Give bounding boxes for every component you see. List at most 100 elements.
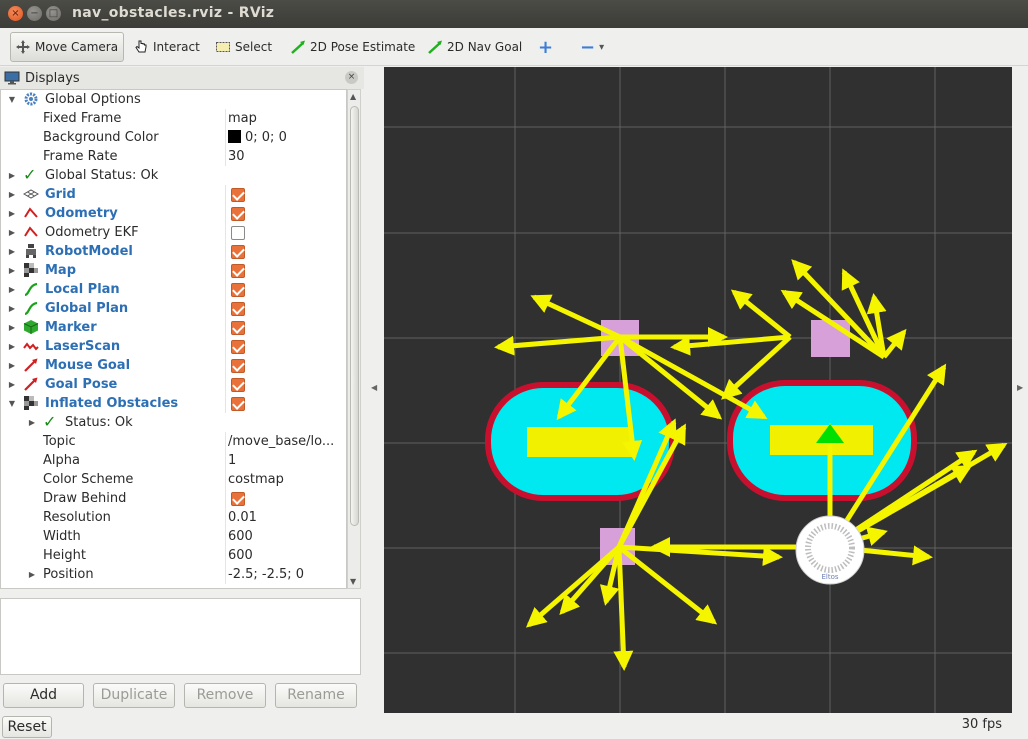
enable-checkbox[interactable] (231, 321, 245, 335)
tree-row-global-options[interactable]: ▼ Global Options (1, 90, 346, 109)
tree-row-global-status[interactable]: ▶ ✓ Global Status: Ok (1, 166, 346, 185)
tree-row-marker[interactable]: ▶ Marker (1, 318, 346, 337)
tree-row-position[interactable]: ▶ Position -2.5; -2.5; 0 (1, 565, 346, 584)
move-camera-tool[interactable]: Move Camera (10, 32, 124, 62)
property-label: Color Scheme (43, 472, 134, 487)
tree-row-odometry-ekf[interactable]: ▶ Odometry EKF (1, 223, 346, 242)
draw-behind-checkbox[interactable] (231, 492, 245, 506)
add-tool-button[interactable]: + (534, 32, 557, 62)
tree-row-resolution[interactable]: Resolution 0.01 (1, 508, 346, 527)
expand-right-arrow-icon[interactable]: ▶ (1017, 383, 1023, 392)
tree-row-map[interactable]: ▶ Map (1, 261, 346, 280)
odometry-arrow-icon (24, 207, 38, 218)
window-minimize-button[interactable]: − (27, 6, 42, 21)
property-value[interactable]: 600 (228, 527, 253, 546)
enable-checkbox[interactable] (231, 397, 245, 411)
tree-row-goal-pose[interactable]: ▶ Goal Pose (1, 375, 346, 394)
remove-tool-button[interactable]: − ▾ (576, 32, 608, 62)
collapsed-arrow-icon[interactable]: ▶ (7, 356, 17, 375)
render-view[interactable]: Eltos (384, 67, 1012, 713)
property-value[interactable]: -2.5; -2.5; 0 (228, 565, 304, 584)
property-value[interactable]: 0.01 (228, 508, 257, 527)
duplicate-button[interactable]: Duplicate (93, 683, 175, 708)
tree-row-global-plan[interactable]: ▶ Global Plan (1, 299, 346, 318)
scroll-down-arrow-icon[interactable]: ▼ (350, 577, 356, 586)
tree-row-laser-scan[interactable]: ▶ LaserScan (1, 337, 346, 356)
collapsed-arrow-icon[interactable]: ▶ (7, 280, 17, 299)
tree-row-width[interactable]: Width 600 (1, 527, 346, 546)
tree-row-topic[interactable]: Topic /move_base/lo... (1, 432, 346, 451)
window-maximize-button[interactable]: □ (46, 6, 61, 21)
tree-row-mouse-goal[interactable]: ▶ Mouse Goal (1, 356, 346, 375)
collapsed-arrow-icon[interactable]: ▶ (27, 413, 37, 432)
tree-row-inflated-obstacles[interactable]: ▼ Inflated Obstacles (1, 394, 346, 413)
collapsed-arrow-icon[interactable]: ▶ (7, 185, 17, 204)
tree-row-color-scheme[interactable]: Color Scheme costmap (1, 470, 346, 489)
panel-splitter[interactable]: ◀ (364, 67, 384, 713)
interact-tool[interactable]: Interact (129, 32, 204, 62)
displays-scrollbar[interactable]: ▲ ▼ (347, 89, 361, 589)
enable-checkbox[interactable] (231, 245, 245, 259)
right-splitter[interactable]: ▶ (1012, 67, 1028, 713)
property-value[interactable]: /move_base/lo... (228, 432, 334, 451)
render-canvas[interactable]: Eltos (384, 67, 1012, 713)
enable-checkbox[interactable] (231, 378, 245, 392)
expanded-arrow-icon[interactable]: ▼ (7, 90, 17, 109)
expanded-arrow-icon[interactable]: ▼ (7, 394, 17, 413)
scrollbar-thumb[interactable] (350, 106, 359, 526)
add-button[interactable]: Add (3, 683, 84, 708)
property-value[interactable]: 600 (228, 546, 253, 565)
tree-row-status[interactable]: ▶ ✓ Status: Ok (1, 413, 346, 432)
collapsed-arrow-icon[interactable]: ▶ (7, 299, 17, 318)
collapsed-arrow-icon[interactable]: ▶ (7, 166, 17, 185)
remove-button[interactable]: Remove (184, 683, 266, 708)
tree-row-local-plan[interactable]: ▶ Local Plan (1, 280, 346, 299)
enable-checkbox[interactable] (231, 340, 245, 354)
tree-row-frame-rate[interactable]: Frame Rate 30 (1, 147, 346, 166)
enable-checkbox[interactable] (231, 207, 245, 221)
laser-scan-icon (23, 342, 39, 351)
select-tool[interactable]: Select (211, 32, 276, 62)
goal-arrow-icon (24, 377, 38, 391)
enable-checkbox[interactable] (231, 264, 245, 278)
tree-label: LaserScan (45, 339, 121, 354)
tree-row-grid[interactable]: ▶ Grid (1, 185, 346, 204)
pose-estimate-tool[interactable]: 2D Pose Estimate (286, 32, 419, 62)
tree-row-odometry[interactable]: ▶ Odometry (1, 204, 346, 223)
collapsed-arrow-icon[interactable]: ▶ (7, 318, 17, 337)
tree-row-alpha[interactable]: Alpha 1 (1, 451, 346, 470)
tree-row-background-color[interactable]: Background Color 0; 0; 0 (1, 128, 346, 147)
scroll-up-arrow-icon[interactable]: ▲ (350, 92, 356, 101)
tree-row-fixed-frame[interactable]: Fixed Frame map (1, 109, 346, 128)
property-label: Frame Rate (43, 149, 118, 164)
collapsed-arrow-icon[interactable]: ▶ (27, 565, 37, 584)
collapsed-arrow-icon[interactable]: ▶ (7, 337, 17, 356)
collapsed-arrow-icon[interactable]: ▶ (7, 204, 17, 223)
property-value[interactable]: 0; 0; 0 (228, 128, 287, 147)
property-value[interactable]: costmap (228, 470, 284, 489)
tree-row-height[interactable]: Height 600 (1, 546, 346, 565)
reset-button[interactable]: Reset (2, 716, 52, 738)
gear-icon (24, 92, 38, 106)
enable-checkbox[interactable] (231, 359, 245, 373)
enable-checkbox[interactable] (231, 283, 245, 297)
rename-button[interactable]: Rename (275, 683, 357, 708)
property-label: Position (43, 567, 94, 582)
window-close-button[interactable]: × (8, 6, 23, 21)
collapsed-arrow-icon[interactable]: ▶ (7, 261, 17, 280)
property-value[interactable]: 1 (228, 451, 236, 470)
collapse-left-arrow-icon[interactable]: ◀ (371, 383, 377, 392)
nav-goal-tool[interactable]: 2D Nav Goal (423, 32, 526, 62)
enable-checkbox[interactable] (231, 302, 245, 316)
tree-row-draw-behind[interactable]: Draw Behind (1, 489, 346, 508)
displays-tree[interactable]: ▼ Global Options Fixed Frame map Backgro… (0, 89, 347, 589)
tree-row-robot-model[interactable]: ▶ RobotModel (1, 242, 346, 261)
panel-close-button[interactable]: × (345, 71, 358, 84)
enable-checkbox[interactable] (231, 226, 245, 240)
collapsed-arrow-icon[interactable]: ▶ (7, 375, 17, 394)
property-value[interactable]: 30 (228, 147, 245, 166)
property-value[interactable]: map (228, 109, 257, 128)
collapsed-arrow-icon[interactable]: ▶ (7, 242, 17, 261)
enable-checkbox[interactable] (231, 188, 245, 202)
collapsed-arrow-icon[interactable]: ▶ (7, 223, 17, 242)
